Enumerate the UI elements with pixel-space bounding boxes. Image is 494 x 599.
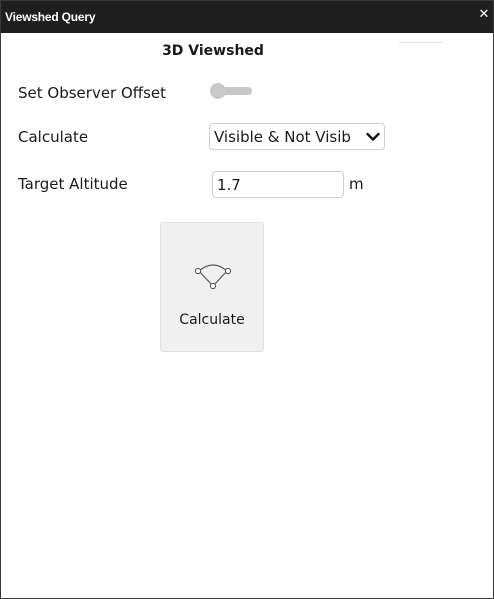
toggle-knob xyxy=(210,83,226,99)
chevron-down-icon xyxy=(366,132,380,141)
observer-offset-toggle[interactable] xyxy=(210,83,254,99)
viewshed-cone-icon xyxy=(194,264,232,290)
close-icon[interactable]: ✕ xyxy=(477,8,491,22)
target-altitude-label: Target Altitude xyxy=(18,175,128,193)
observer-offset-label: Set Observer Offset xyxy=(18,84,167,102)
panel-divider xyxy=(399,42,443,43)
target-altitude-input[interactable] xyxy=(212,171,344,198)
target-altitude-unit: m xyxy=(349,175,364,193)
window-title: Viewshed Query xyxy=(5,10,96,24)
calculate-button[interactable]: Calculate xyxy=(160,222,264,352)
calculate-button-label: Calculate xyxy=(179,312,245,328)
panel-title: 3D Viewshed xyxy=(162,43,264,59)
calculate-mode-select[interactable]: Visible & Not Visib xyxy=(209,123,385,150)
calculate-mode-value: Visible & Not Visib xyxy=(214,128,351,146)
calculate-mode-label: Calculate xyxy=(18,128,89,146)
titlebar: Viewshed Query ✕ xyxy=(1,1,493,33)
viewshed-query-window: Viewshed Query ✕ 3D Viewshed Set Observe… xyxy=(0,0,494,599)
